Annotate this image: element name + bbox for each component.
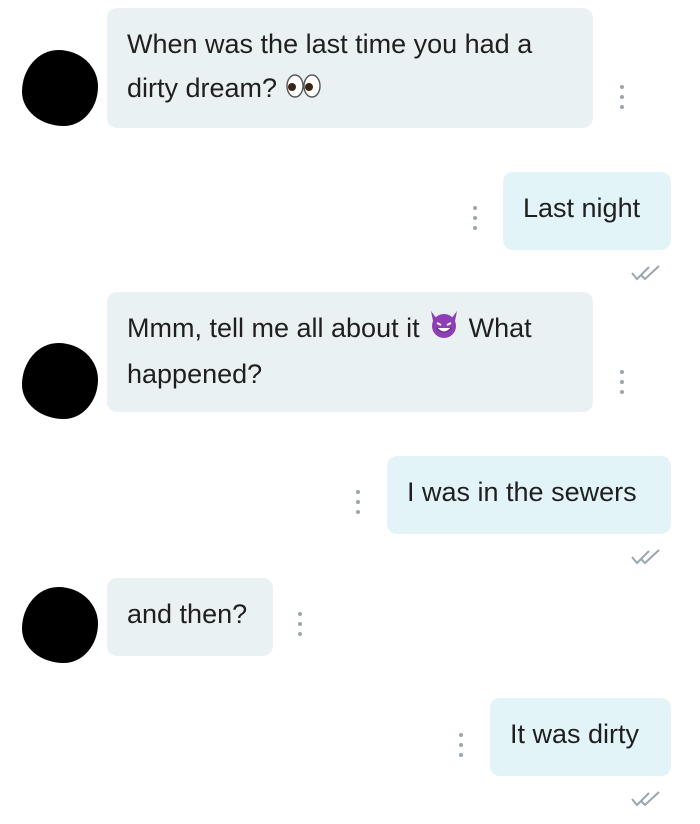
message-bubble-incoming[interactable]: When was the last time you had a dirty d… xyxy=(107,8,593,128)
avatar-redacted xyxy=(22,343,98,419)
message-menu-icon[interactable] xyxy=(472,206,478,230)
avatar-redacted xyxy=(22,50,98,126)
message-bubble-incoming[interactable]: and then? xyxy=(107,578,273,656)
message-menu-icon[interactable] xyxy=(619,370,625,394)
message-text: It was dirty xyxy=(510,719,640,749)
message-bubble-outgoing[interactable]: It was dirty xyxy=(490,698,671,776)
message-bubble-outgoing[interactable]: Last night xyxy=(503,172,671,250)
message-text: Last night xyxy=(523,193,641,223)
message-bubble-incoming[interactable]: Mmm, tell me all about it What happened? xyxy=(107,292,593,412)
message-text: I was in the sewers xyxy=(407,477,637,507)
eyes-emoji xyxy=(285,68,323,112)
message-text: and then? xyxy=(127,599,248,629)
message-text: Mmm, tell me all about it xyxy=(127,313,420,343)
double-check-icon xyxy=(631,265,660,281)
double-check-icon xyxy=(631,791,660,807)
message-text: dirty dream? xyxy=(127,73,278,103)
avatar-redacted xyxy=(22,587,98,663)
message-menu-icon[interactable] xyxy=(297,612,303,636)
message-menu-icon[interactable] xyxy=(355,490,361,514)
message-menu-icon[interactable] xyxy=(619,85,625,109)
message-bubble-outgoing[interactable]: I was in the sewers xyxy=(387,456,671,534)
message-menu-icon[interactable] xyxy=(458,733,464,757)
message-text: When was the last time you had a xyxy=(127,29,533,59)
smiling-devil-emoji xyxy=(427,308,461,352)
double-check-icon xyxy=(631,549,660,565)
